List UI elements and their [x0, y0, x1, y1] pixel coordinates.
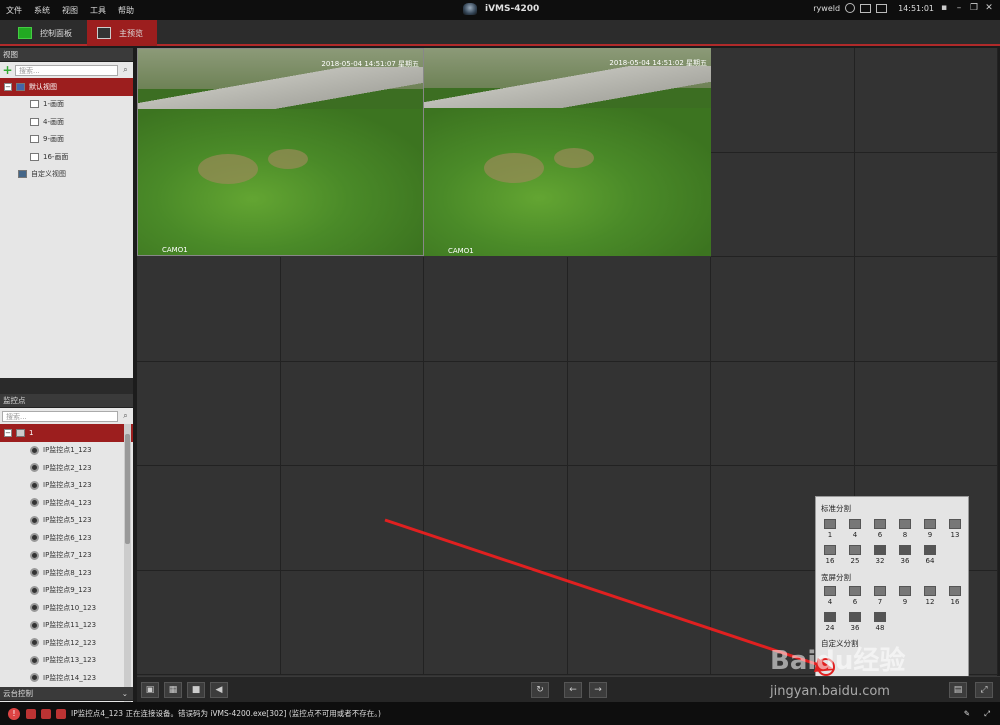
layout-split-icon[interactable]: ▤	[949, 682, 967, 698]
status-bar: ! IP监控点4_123 正在连接设备。错误码为 iVMS-4200.exe[3…	[0, 702, 1000, 725]
volume-icon[interactable]: ◀	[210, 682, 228, 698]
stop-all-icon[interactable]: ■	[187, 682, 205, 698]
next-icon[interactable]: →	[589, 682, 607, 698]
pin-icon[interactable]: ✎	[964, 709, 970, 718]
record-icon[interactable]	[41, 708, 51, 719]
status-message: IP监控点4_123 正在连接设备。错误码为 iVMS-4200.exe[302…	[71, 709, 381, 718]
annotation-arrow	[384, 518, 835, 676]
watermark-url: jingyan.baidu.com	[770, 684, 890, 699]
fullscreen-icon[interactable]: ⤢	[975, 682, 993, 698]
previous-icon[interactable]: ←	[564, 682, 582, 698]
arrow-line	[384, 518, 829, 670]
cycle-icon[interactable]: ↻	[531, 682, 549, 698]
view-list-icon[interactable]: ▦	[164, 682, 182, 698]
alarm-icon[interactable]	[26, 708, 36, 719]
watermark-logo: Baidu经验	[770, 646, 906, 676]
mute-icon[interactable]	[56, 708, 66, 719]
warning-icon[interactable]: !	[8, 707, 20, 720]
expand-icon[interactable]: ⤢	[984, 709, 990, 719]
save-view-icon[interactable]: ▣	[141, 682, 159, 698]
